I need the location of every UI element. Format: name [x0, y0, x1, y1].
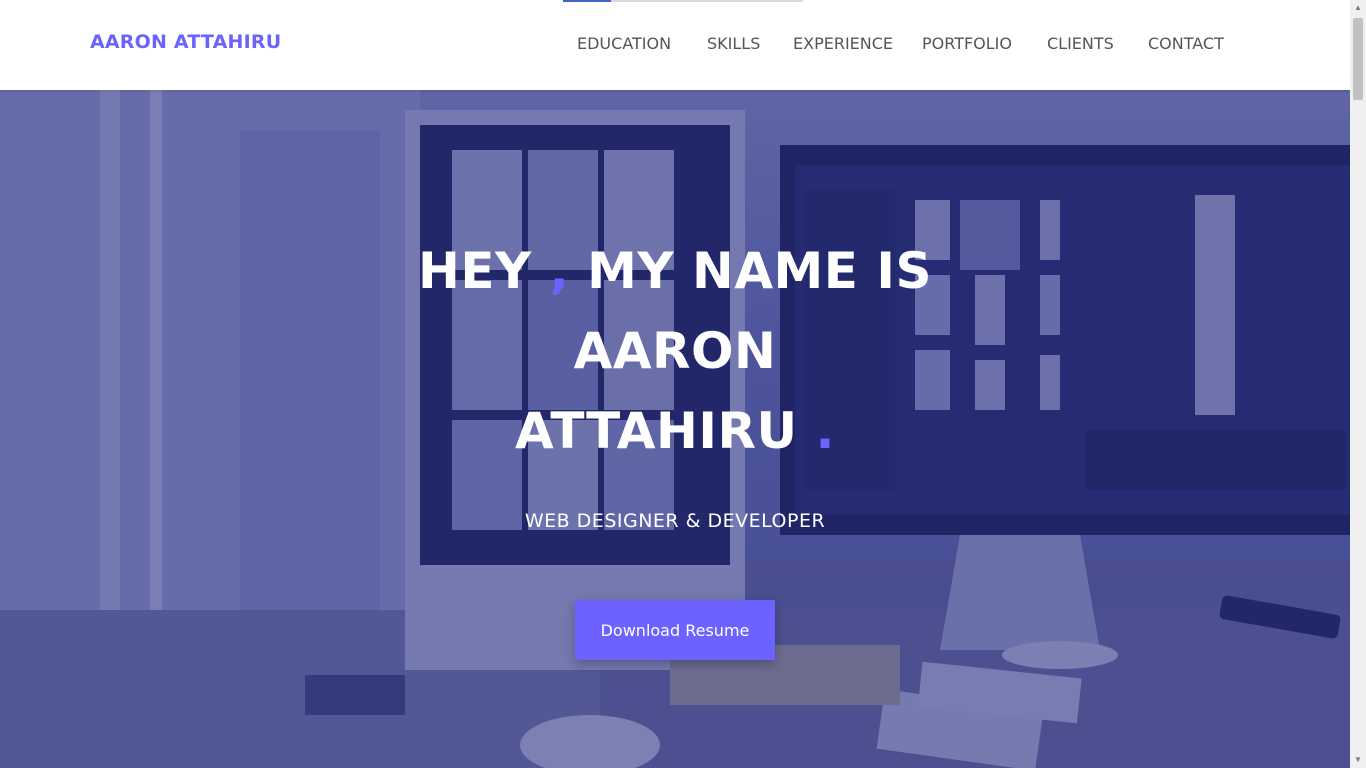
download-resume-button[interactable]: Download Resume: [575, 600, 775, 660]
scroll-progress-fill: [563, 0, 611, 2]
nav-item-skills[interactable]: SKILLS: [707, 34, 760, 53]
hero-comma-accent: ,: [549, 242, 570, 300]
scroll-progress-bar: [563, 0, 803, 2]
hero-headline-line-1: HEY , MY NAME IS: [0, 242, 1350, 300]
site-header: AARON ATTAHIRU EDUCATION SKILLS EXPERIEN…: [0, 0, 1350, 90]
arrow-up-icon[interactable]: ▲: [1350, 0, 1366, 16]
hero-content: HEY , MY NAME IS AARON ATTAHIRU . WEB DE…: [0, 90, 1350, 768]
nav-item-portfolio[interactable]: PORTFOLIO: [922, 34, 1012, 53]
hero-section: HEY , MY NAME IS AARON ATTAHIRU . WEB DE…: [0, 90, 1350, 768]
nav-item-education[interactable]: EDUCATION: [577, 34, 671, 53]
hero-intro: MY NAME IS: [587, 242, 932, 300]
page-scrollbar[interactable]: ▲ ▼: [1350, 0, 1366, 768]
main-nav: EDUCATION SKILLS EXPERIENCE PORTFOLIO CL…: [0, 34, 1350, 56]
nav-item-contact[interactable]: CONTACT: [1148, 34, 1224, 53]
arrow-down-icon[interactable]: ▼: [1350, 752, 1366, 768]
nav-item-clients[interactable]: CLIENTS: [1047, 34, 1114, 53]
hero-subtitle: WEB DESIGNER & DEVELOPER: [524, 510, 826, 532]
hero-first-name: AARON: [573, 322, 777, 380]
nav-item-experience[interactable]: EXPERIENCE: [793, 34, 893, 53]
hero-period-accent: .: [815, 402, 835, 460]
hero-last-name: ATTAHIRU: [515, 402, 798, 460]
hero-headline-line-3: ATTAHIRU .: [0, 402, 1350, 460]
hero-greeting: HEY: [418, 242, 532, 300]
scrollbar-thumb[interactable]: [1353, 18, 1363, 100]
